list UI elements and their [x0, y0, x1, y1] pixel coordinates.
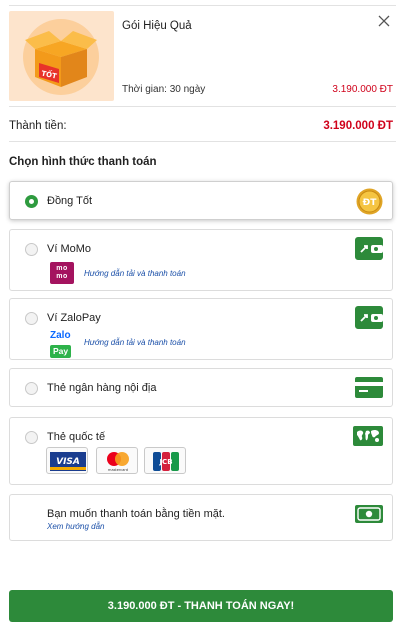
radio-unselected[interactable]	[25, 431, 38, 444]
total-label: Thành tiền:	[9, 120, 67, 132]
world-map-icon	[353, 426, 383, 451]
package-summary: TỐT Gói Hiệu Quả Thời gian: 30 ngày 3.19…	[9, 11, 393, 101]
zalopay-guide-link[interactable]: Hướng dẫn tải và thanh toán	[84, 338, 186, 347]
mastercard-logo: mastercard	[96, 447, 138, 474]
payment-option-label: Ví ZaloPay	[47, 312, 101, 324]
payment-option-momo[interactable]: Ví MoMo mo mo Hướng dẫn tải và thanh toán	[9, 229, 393, 291]
zalopay-logo: Zalo Pay	[50, 330, 76, 358]
total-value: 3.190.000 ĐT	[323, 120, 393, 132]
pay-now-button[interactable]: 3.190.000 ĐT - THANH TOÁN NGAY!	[9, 590, 393, 622]
wallet-icon	[355, 306, 383, 334]
radio-selected[interactable]	[25, 195, 38, 208]
momo-logo: mo mo	[50, 262, 74, 284]
payment-option-domestic-card[interactable]: Thẻ ngân hàng nội địa	[9, 368, 393, 407]
close-icon[interactable]	[377, 14, 393, 30]
divider	[9, 106, 396, 107]
visa-card-logo: VISA	[46, 447, 88, 474]
dong-tot-coin-icon: ĐT	[356, 188, 383, 220]
coin-text: ĐT	[363, 198, 378, 208]
package-duration: Thời gian: 30 ngày	[122, 84, 206, 95]
payment-option-zalopay[interactable]: Ví ZaloPay Zalo Pay Hướng dẫn tải và tha…	[9, 298, 393, 360]
radio-unselected[interactable]	[25, 382, 38, 395]
payment-option-label: Ví MoMo	[47, 243, 92, 255]
payment-option-international-card[interactable]: Thẻ quốc tế VISA mastercard JCB	[9, 417, 393, 485]
payment-option-label: Thẻ ngân hàng nội địa	[47, 382, 157, 394]
payment-option-cash[interactable]: Bạn muốn thanh toán bằng tiền mặt. Xem h…	[9, 494, 393, 541]
jcb-text: JCB	[158, 458, 172, 466]
payment-option-label: Đồng Tốt	[47, 195, 93, 207]
radio-unselected[interactable]	[25, 243, 38, 256]
payment-option-label: Thẻ quốc tế	[47, 431, 106, 443]
mastercard-text: mastercard	[108, 468, 128, 472]
package-name: Gói Hiệu Quả	[122, 20, 192, 32]
package-price: 3.190.000 ĐT	[332, 84, 393, 95]
cash-icon	[355, 505, 383, 528]
divider	[9, 141, 396, 142]
payment-option-label: Bạn muốn thanh toán bằng tiền mặt.	[47, 508, 225, 520]
wallet-icon	[355, 237, 383, 265]
visa-text: VISA	[56, 457, 80, 467]
jcb-card-logo: JCB	[144, 447, 186, 474]
cash-guide-link[interactable]: Xem hướng dẫn	[47, 522, 105, 531]
momo-guide-link[interactable]: Hướng dẫn tải và thanh toán	[84, 269, 186, 278]
payment-option-dong-tot[interactable]: Đồng Tốt ĐT	[9, 181, 393, 220]
radio-unselected[interactable]	[25, 312, 38, 325]
payment-section-title: Chọn hình thức thanh toán	[9, 156, 157, 168]
top-divider	[9, 5, 396, 6]
zalopay-logo-bottom: Pay	[50, 345, 72, 358]
bank-card-icon	[355, 377, 383, 403]
zalopay-logo-top: Zalo	[50, 330, 71, 341]
package-box-image: TỐT	[9, 11, 114, 101]
